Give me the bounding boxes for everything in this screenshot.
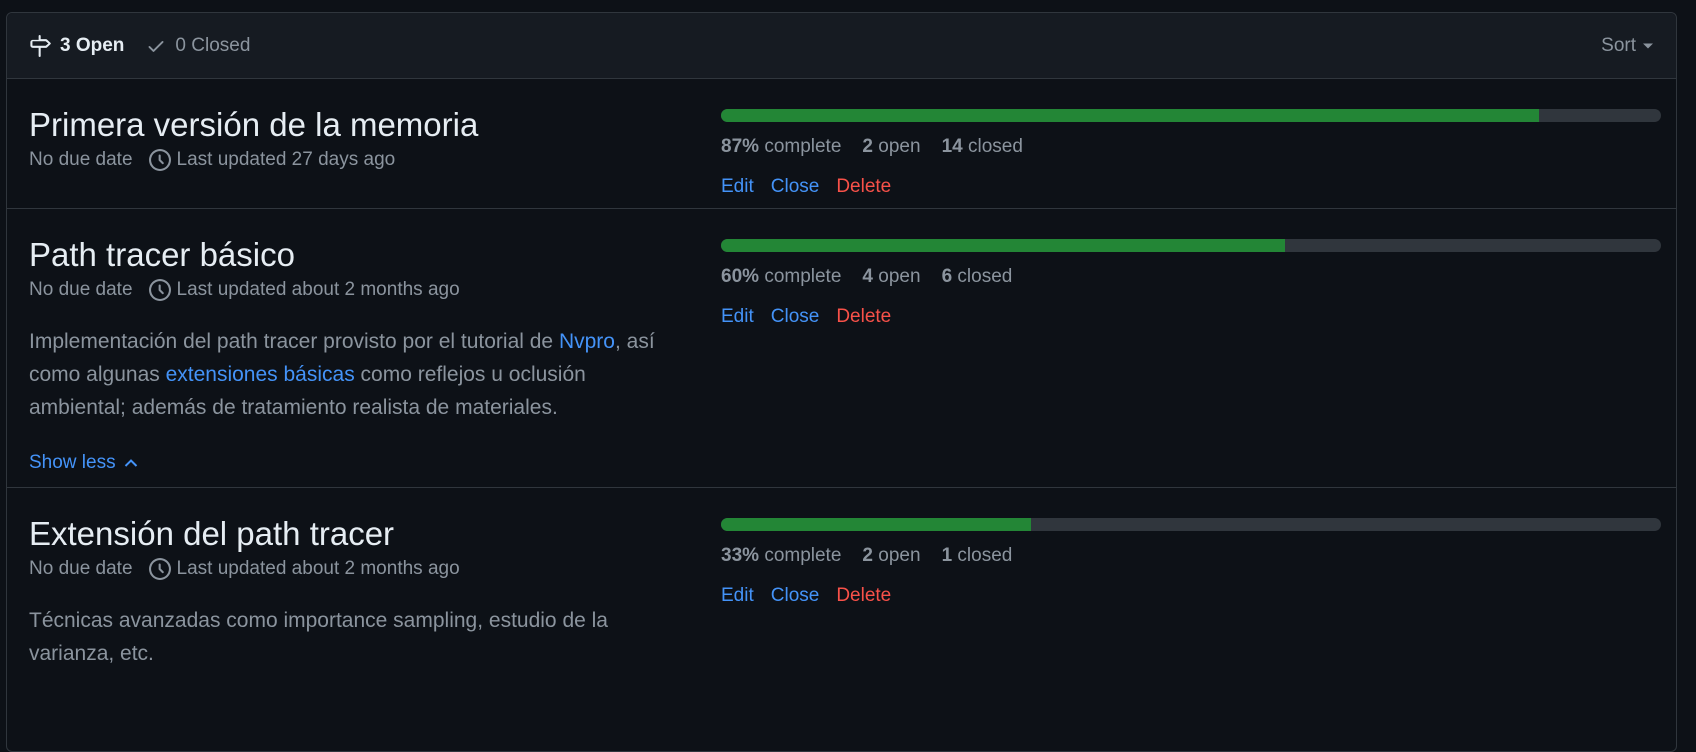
last-updated-text: Last updated about 2 months ago [176, 557, 460, 579]
progress-bar [721, 518, 1661, 531]
closed-stat[interactable]: 14 closed [942, 136, 1023, 158]
complete-percent: 60% [721, 266, 760, 287]
milestone-meta: No due date Last updated about 2 months … [29, 557, 669, 580]
chevron-up-icon [124, 458, 137, 467]
complete-stat: 33% complete [721, 545, 841, 567]
clock-icon [148, 148, 171, 171]
closed-word: closed [957, 266, 1013, 287]
milestone-progress: 87% complete 2 open 14 closed Edit Close… [721, 109, 1661, 198]
clock-icon [148, 557, 171, 580]
milestone-actions: Edit Close Delete [721, 585, 1661, 607]
milestone-row: Path tracer básico No due date Last upda… [7, 209, 1676, 488]
sort-label: Sort [1601, 34, 1636, 56]
clock-icon [148, 278, 171, 301]
last-updated: Last updated about 2 months ago [148, 278, 460, 301]
last-updated: Last updated 27 days ago [148, 148, 396, 171]
milestone-description: Implementación del path tracer provisto … [29, 325, 669, 424]
last-updated-text: Last updated 27 days ago [176, 148, 396, 170]
due-date: No due date [29, 278, 133, 300]
milestone-title[interactable]: Path tracer básico [29, 235, 669, 275]
progress-bar [721, 109, 1661, 122]
closed-stat[interactable]: 1 closed [942, 545, 1013, 567]
milestone-info: Path tracer básico No due date Last upda… [29, 235, 669, 474]
edit-link[interactable]: Edit [721, 306, 754, 328]
milestone-progress: 60% complete 4 open 6 closed Edit Close … [721, 239, 1661, 328]
milestone-info: Extensión del path tracer No due date La… [29, 514, 669, 670]
closed-word: closed [967, 136, 1023, 157]
milestone-row: Extensión del path tracer No due date La… [7, 488, 1676, 748]
milestone-info: Primera versión de la memoria No due dat… [29, 105, 669, 171]
check-icon [148, 40, 164, 52]
open-stat[interactable]: 4 open [862, 266, 920, 288]
delete-link[interactable]: Delete [836, 306, 891, 328]
edit-link[interactable]: Edit [721, 585, 754, 607]
closed-filter[interactable]: 0 Closed [146, 35, 250, 57]
extensiones-basicas-link[interactable]: extensiones básicas [166, 363, 355, 386]
milestone-stats: 87% complete 2 open 14 closed [721, 136, 1661, 158]
due-date: No due date [29, 148, 133, 170]
show-less-button[interactable]: Show less [29, 452, 669, 474]
description-text: Técnicas avanzadas como importance sampl… [29, 608, 608, 665]
milestones-box: 3 Open 0 Closed Sort Primera versión de … [6, 12, 1677, 752]
sort-dropdown[interactable]: Sort [1601, 35, 1654, 57]
show-less-label: Show less [29, 451, 116, 473]
milestone-title[interactable]: Primera versión de la memoria [29, 105, 669, 145]
caret-down-icon [1643, 43, 1653, 48]
close-link[interactable]: Close [771, 176, 820, 198]
open-word: open [878, 266, 921, 287]
milestone-meta: No due date Last updated about 2 months … [29, 278, 669, 301]
progress-bar-fill [721, 239, 1285, 252]
complete-word: complete [764, 545, 842, 566]
open-count-label: 3 Open [60, 34, 125, 56]
complete-percent: 33% [721, 545, 760, 566]
description-text: Implementación del path tracer provisto … [29, 329, 559, 353]
milestone-stats: 33% complete 2 open 1 closed [721, 545, 1661, 567]
complete-stat: 87% complete [721, 136, 841, 158]
milestone-stats: 60% complete 4 open 6 closed [721, 266, 1661, 288]
complete-word: complete [764, 266, 842, 287]
milestone-actions: Edit Close Delete [721, 306, 1661, 328]
milestone-icon [30, 34, 51, 57]
closed-count-label: 0 Closed [175, 34, 251, 56]
milestone-meta: No due date Last updated 27 days ago [29, 148, 669, 171]
closed-count: 1 [941, 545, 953, 566]
progress-bar [721, 239, 1661, 252]
open-count: 2 [862, 136, 873, 157]
due-date: No due date [29, 557, 133, 579]
milestone-actions: Edit Close Delete [721, 176, 1661, 198]
open-stat[interactable]: 2 open [862, 136, 920, 158]
milestone-row: Primera versión de la memoria No due dat… [7, 79, 1676, 209]
complete-word: complete [764, 136, 842, 157]
close-link[interactable]: Close [771, 585, 820, 607]
close-link[interactable]: Close [771, 306, 820, 328]
edit-link[interactable]: Edit [721, 176, 754, 198]
closed-count: 6 [941, 266, 953, 287]
delete-link[interactable]: Delete [836, 585, 891, 607]
open-count: 4 [862, 266, 873, 287]
open-filter[interactable]: 3 Open [29, 34, 125, 57]
milestones-header: 3 Open 0 Closed Sort [7, 13, 1676, 79]
last-updated: Last updated about 2 months ago [148, 557, 460, 580]
last-updated-text: Last updated about 2 months ago [176, 278, 460, 300]
milestone-title[interactable]: Extensión del path tracer [29, 514, 669, 554]
progress-bar-fill [721, 109, 1539, 122]
open-stat[interactable]: 2 open [862, 545, 920, 567]
closed-count: 14 [941, 136, 963, 157]
open-count: 2 [862, 545, 873, 566]
progress-bar-fill [721, 518, 1032, 531]
delete-link[interactable]: Delete [836, 176, 891, 198]
open-word: open [878, 545, 921, 566]
complete-stat: 60% complete [721, 266, 841, 288]
complete-percent: 87% [721, 136, 760, 157]
milestone-progress: 33% complete 2 open 1 closed Edit Close … [721, 518, 1661, 607]
milestone-description: Técnicas avanzadas como importance sampl… [29, 604, 669, 670]
nvpro-link[interactable]: Nvpro [559, 330, 615, 353]
open-word: open [878, 136, 921, 157]
closed-stat[interactable]: 6 closed [942, 266, 1013, 288]
closed-word: closed [957, 545, 1013, 566]
